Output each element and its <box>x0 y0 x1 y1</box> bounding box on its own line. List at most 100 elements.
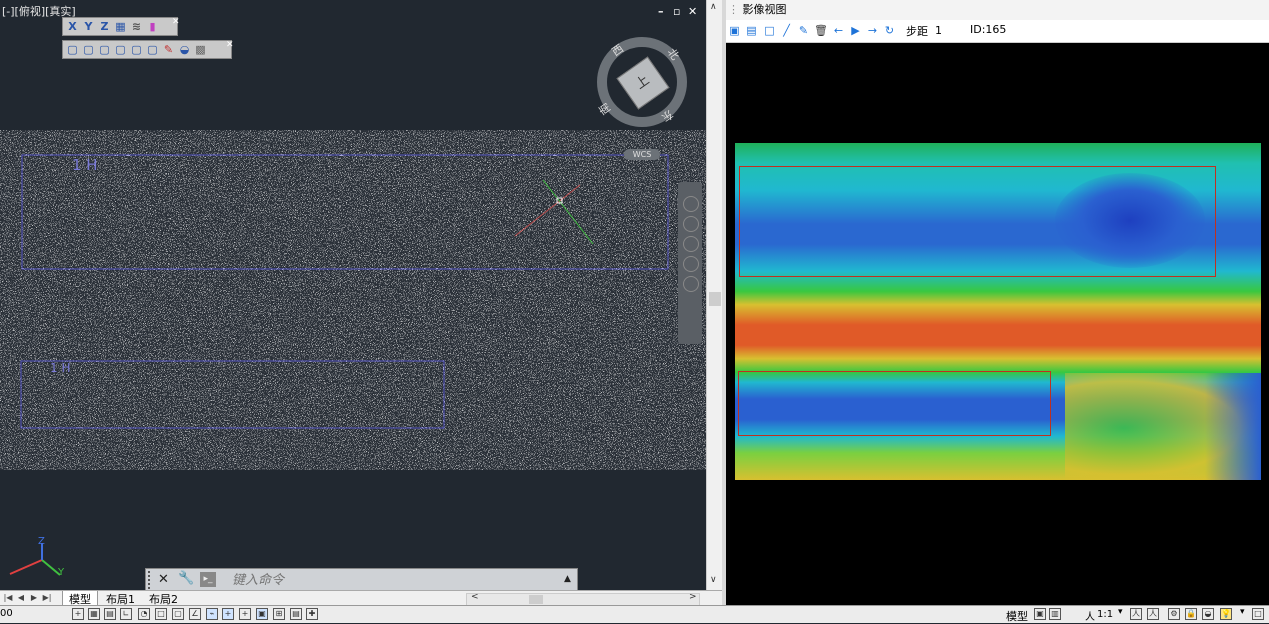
xyz-toolbar-close-icon[interactable]: ✕ <box>172 17 180 27</box>
previous-icon[interactable]: ← <box>832 24 845 37</box>
surface-icon[interactable]: ◒ <box>178 43 191 56</box>
command-customize-icon[interactable]: 🔧 <box>178 571 194 586</box>
scroll-thumb[interactable] <box>709 292 721 306</box>
osnap-tracking-icon[interactable]: + <box>222 608 234 620</box>
quick-view-layouts-icon[interactable]: ▣ <box>1034 608 1046 620</box>
minimize-icon[interactable]: – <box>658 5 664 18</box>
palette-icon[interactable]: ▦ <box>114 20 127 33</box>
axis-z-label: Z <box>38 536 45 547</box>
grid-snap-icon[interactable]: ▤ <box>104 608 116 620</box>
command-grip[interactable] <box>148 571 154 589</box>
grid-display-icon[interactable]: ▦ <box>88 608 100 620</box>
cloud-points <box>0 130 706 470</box>
step-value[interactable]: 1 <box>935 24 942 37</box>
scroll-left-icon[interactable]: < <box>471 592 479 602</box>
xyz-toolbar: X Y Z ▦ ≋ ▮ <box>62 17 178 36</box>
zoom-icon[interactable] <box>683 236 699 252</box>
colorbar-icon[interactable]: ▮ <box>146 20 159 33</box>
annotation-box-1[interactable] <box>739 166 1216 277</box>
hardware-acceleration-icon[interactable]: ◒ <box>1202 608 1214 620</box>
first-tab-icon[interactable]: |◀ <box>2 592 14 604</box>
command-input[interactable] <box>230 571 554 589</box>
mesh-icon[interactable]: ▩ <box>194 43 207 56</box>
annotation-scale-icon[interactable]: 人 <box>1085 608 1095 623</box>
view-cube-icon-1[interactable]: ▢ <box>66 43 79 56</box>
command-history-icon[interactable]: ▲ <box>564 574 571 584</box>
polar-icon[interactable]: ◔ <box>138 608 150 620</box>
step-label: 步距 <box>906 25 928 38</box>
command-prompt-icon[interactable]: ▸_ <box>200 572 216 587</box>
play-icon[interactable]: ▶ <box>849 24 862 37</box>
axis-y-label: Y <box>58 567 65 578</box>
image-view-panel: ⋮ 影像视图 ▣ ▤ □ ╱ ✎ 🗑 ← ▶ → ↻ 步距 1 ID:165 <box>726 0 1269 605</box>
refresh-icon[interactable]: ↻ <box>883 24 896 37</box>
x-axis-button[interactable]: X <box>66 20 79 33</box>
ortho-icon[interactable]: ∟ <box>120 608 132 620</box>
auto-scale-icon[interactable]: 人 <box>1147 608 1159 620</box>
wcs-badge[interactable]: WCS <box>624 149 660 160</box>
scroll-up-icon[interactable]: ∧ <box>710 2 717 12</box>
dynamic-input-icon[interactable]: ▣ <box>256 608 268 620</box>
next-icon[interactable]: → <box>866 24 879 37</box>
view-cube-icon-4[interactable]: ▢ <box>114 43 127 56</box>
hscroll-thumb[interactable] <box>529 595 543 604</box>
y-axis-button[interactable]: Y <box>82 20 95 33</box>
orbit-icon[interactable] <box>683 256 699 272</box>
rectangle-select-icon[interactable]: □ <box>763 24 776 37</box>
scroll-down-icon[interactable]: ∨ <box>710 575 717 585</box>
z-axis-button[interactable]: Z <box>98 20 111 33</box>
view-cube-icon-5[interactable]: ▢ <box>130 43 143 56</box>
panel-grip-icon[interactable]: ⋮ <box>728 3 739 16</box>
command-close-icon[interactable]: ✕ <box>158 572 169 587</box>
status-bar: 00 + ▦ ▤ ∟ ◔ □ ▢ ∠ ⌁ + + ▣ ⊞ ▤ ✚ 模型 ▣ ▥ … <box>0 605 1269 623</box>
object-snap-icon[interactable]: ▢ <box>172 608 184 620</box>
next-tab-icon[interactable]: ▶ <box>28 592 40 604</box>
prev-tab-icon[interactable]: ◀ <box>15 592 27 604</box>
dynamic-ucs-icon[interactable]: + <box>239 608 251 620</box>
image-id-label: ID:165 <box>970 23 1007 36</box>
status-menu-dropdown-icon[interactable]: ▾ <box>1240 607 1245 617</box>
close-icon[interactable]: ✕ <box>688 5 697 18</box>
image-view-title: 影像视图 <box>742 3 787 16</box>
measure-icon[interactable]: ✎ <box>162 43 175 56</box>
quick-view-drawings-icon[interactable]: ▥ <box>1049 608 1061 620</box>
showmotion-icon[interactable] <box>683 276 699 292</box>
view-cube-icon-3[interactable]: ▢ <box>98 43 111 56</box>
delete-icon[interactable]: 🗑 <box>814 24 828 37</box>
selection-cycling-icon[interactable]: ✚ <box>306 608 318 620</box>
pan-icon[interactable] <box>683 216 699 232</box>
steering-wheel-icon[interactable] <box>683 196 699 212</box>
vertical-scrollbar[interactable]: ∧ ∨ <box>706 0 723 590</box>
annotation-scale-dropdown-icon[interactable]: ▾ <box>1118 607 1123 617</box>
angle-icon[interactable]: ∠ <box>189 608 201 620</box>
image-view-toolbar: ▣ ▤ □ ╱ ✎ 🗑 ← ▶ → ↻ 步距 1 ID:165 <box>726 20 1269 43</box>
lineweight-icon[interactable]: ⊞ <box>273 608 285 620</box>
layer-icon[interactable]: ≋ <box>130 20 143 33</box>
isolate-objects-icon[interactable]: 💡 <box>1220 608 1232 620</box>
clean-screen-icon[interactable]: □ <box>1252 608 1264 620</box>
workspace-gear-icon[interactable]: ⚙ <box>1168 608 1180 620</box>
scroll-right-icon[interactable]: > <box>689 592 697 602</box>
isometric-icon[interactable]: □ <box>155 608 167 620</box>
transparency-icon[interactable]: ▤ <box>290 608 302 620</box>
coordinate-readout: 00 <box>0 608 13 619</box>
last-tab-icon[interactable]: ▶| <box>41 592 53 604</box>
box2-label: 1 H <box>50 361 71 375</box>
annotation-box-2[interactable] <box>738 371 1051 436</box>
image-view-titlebar: ⋮ 影像视图 <box>726 0 1269 20</box>
annotation-scale[interactable]: 1:1 <box>1097 609 1113 620</box>
cad-viewport[interactable]: [-][俯视][真实] – ▫ ✕ X Y Z ▦ ≋ ▮ ✕ ▢ ▢ ▢ ▢ … <box>0 0 706 590</box>
intensity-heatmap-image[interactable] <box>735 143 1261 480</box>
edit-icon[interactable]: ✎ <box>797 24 810 37</box>
snap-icon[interactable]: + <box>72 608 84 620</box>
open-image-icon[interactable]: ▣ <box>728 24 741 37</box>
view-toolbar-close-icon[interactable]: ✕ <box>226 40 234 50</box>
view-cube-icon-2[interactable]: ▢ <box>82 43 95 56</box>
restore-icon[interactable]: ▫ <box>673 5 680 18</box>
view-cube-icon-6[interactable]: ▢ <box>146 43 159 56</box>
snap-tracking-icon[interactable]: ⌁ <box>206 608 218 620</box>
annotation-visibility-icon[interactable]: 人 <box>1130 608 1142 620</box>
line-tool-icon[interactable]: ╱ <box>780 24 793 37</box>
image-gallery-icon[interactable]: ▤ <box>745 24 758 37</box>
lock-icon[interactable]: 🔒 <box>1185 608 1197 620</box>
